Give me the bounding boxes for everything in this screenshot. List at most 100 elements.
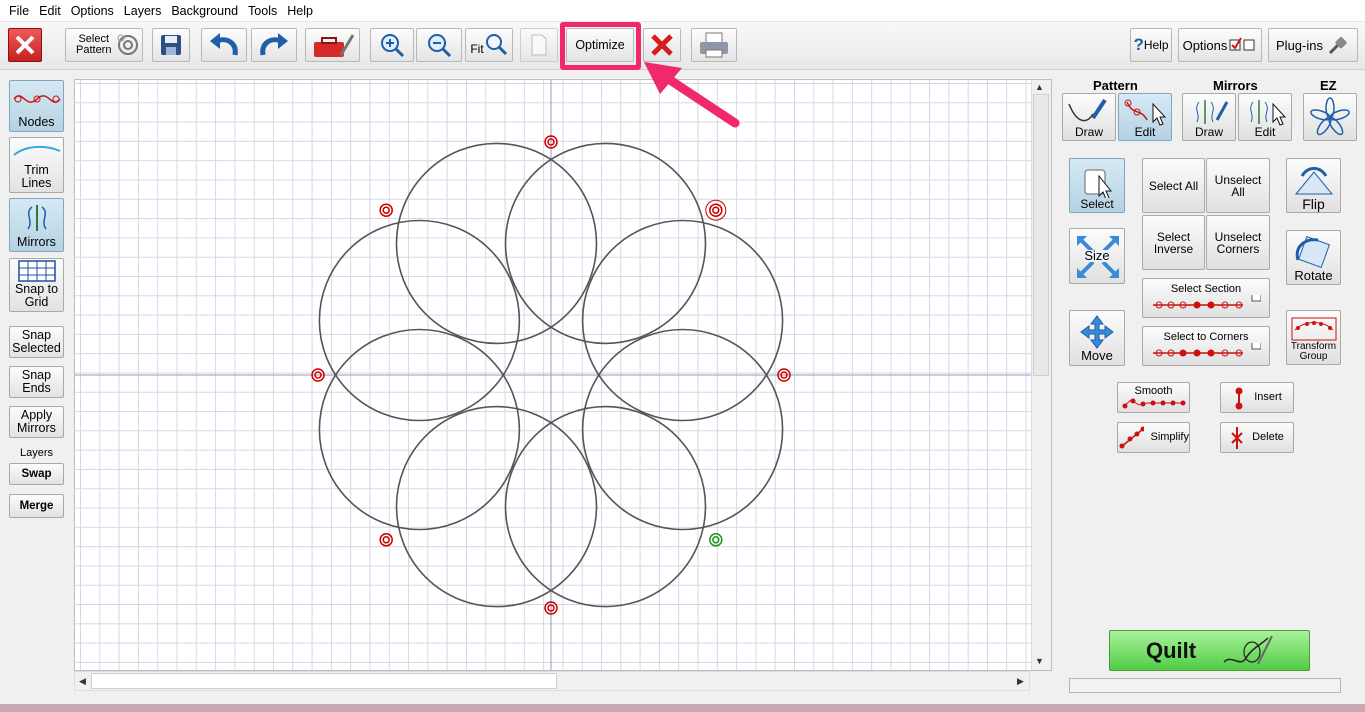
mirrors-edit-label: Edit bbox=[1254, 125, 1276, 139]
snap-selected-button[interactable]: Snap Selected bbox=[9, 326, 64, 358]
menu-help[interactable]: Help bbox=[282, 0, 318, 22]
smooth-icon bbox=[1122, 398, 1185, 409]
pattern-node-marker[interactable] bbox=[705, 199, 727, 221]
flip-button[interactable]: Flip bbox=[1286, 158, 1341, 213]
menu-edit[interactable]: Edit bbox=[34, 0, 66, 22]
menu-options[interactable]: Options bbox=[66, 0, 119, 22]
mirrors-draw-label: Draw bbox=[1194, 125, 1223, 139]
menu-background[interactable]: Background bbox=[166, 0, 243, 22]
delete-label: Delete bbox=[1252, 431, 1284, 443]
mirrors-edit-button[interactable]: Edit bbox=[1238, 93, 1292, 141]
insert-button[interactable]: Insert bbox=[1220, 382, 1294, 413]
edit-nodes-icon bbox=[1124, 99, 1167, 126]
horizontal-scroll-thumb[interactable] bbox=[91, 673, 557, 689]
ez-star-pattern-icon bbox=[1310, 97, 1350, 136]
help-question-icon: ? bbox=[1133, 35, 1144, 54]
rotate-button[interactable]: Rotate bbox=[1286, 230, 1341, 285]
plugins-button[interactable]: Plug-ins bbox=[1268, 28, 1358, 62]
menu-tools[interactable]: Tools bbox=[243, 0, 282, 22]
end-node-marker[interactable] bbox=[709, 533, 723, 547]
swap-label: Swap bbox=[21, 467, 52, 480]
swap-button[interactable]: Swap bbox=[9, 463, 64, 485]
select-pattern-label-2: Pattern bbox=[76, 44, 112, 56]
transform-group-button[interactable]: Transform Group bbox=[1286, 310, 1341, 365]
mirrors-draw-button[interactable]: Draw bbox=[1182, 93, 1236, 141]
zoom-out-button[interactable] bbox=[416, 28, 462, 62]
size-label: Size bbox=[1084, 248, 1110, 263]
select-section-button[interactable]: Select Section bbox=[1142, 278, 1270, 318]
trim-lines-label-2: Lines bbox=[21, 176, 52, 190]
select-all-button[interactable]: Select All bbox=[1142, 158, 1205, 213]
select-inverse-button[interactable]: Select Inverse bbox=[1142, 215, 1205, 270]
options-label: Options bbox=[1182, 37, 1228, 53]
pattern-draw-button[interactable]: Draw bbox=[1062, 93, 1116, 141]
merge-button[interactable]: Merge bbox=[9, 494, 64, 518]
save-button[interactable] bbox=[152, 28, 190, 62]
scroll-right-arrow-icon[interactable]: ▶ bbox=[1017, 676, 1024, 687]
pattern-circle bbox=[318, 328, 521, 531]
toolbox-icon bbox=[313, 34, 354, 57]
plugins-label: Plug-ins bbox=[1276, 37, 1323, 53]
new-page-button[interactable] bbox=[520, 28, 558, 62]
horizontal-scrollbar[interactable]: ◀ ▶ bbox=[74, 671, 1030, 691]
pattern-draw-label: Draw bbox=[1074, 125, 1103, 139]
menu-file[interactable]: File bbox=[4, 0, 34, 22]
smooth-label: Smooth bbox=[1134, 385, 1173, 397]
fit-button[interactable]: Fit bbox=[465, 28, 513, 62]
cursor-icon bbox=[1084, 169, 1113, 198]
undo-icon bbox=[210, 33, 238, 56]
simplify-button[interactable]: Simplify bbox=[1117, 422, 1190, 453]
undo-button[interactable] bbox=[201, 28, 247, 62]
select-to-corners-button[interactable]: Select to Corners bbox=[1142, 326, 1270, 366]
smooth-button[interactable]: Smooth bbox=[1117, 382, 1190, 413]
scroll-up-arrow-icon[interactable]: ▲ bbox=[1035, 82, 1044, 92]
design-canvas[interactable] bbox=[75, 80, 1031, 670]
scroll-left-arrow-icon[interactable]: ◀ bbox=[79, 676, 86, 687]
left-tool-panel: Nodes Trim Lines Mirrors Snap to Grid Sn… bbox=[0, 70, 72, 690]
apply-mirrors-label-2: Mirrors bbox=[17, 421, 56, 435]
nodes-button[interactable]: Nodes bbox=[9, 80, 64, 132]
select-to-corners-icon bbox=[1153, 343, 1261, 357]
canvas-area: ▲ ▼ bbox=[74, 79, 1052, 671]
optimize-button[interactable]: Optimize bbox=[566, 28, 634, 62]
delete-node-icon bbox=[1231, 426, 1243, 449]
nodes-label: Nodes bbox=[18, 115, 55, 129]
toolbox-button[interactable] bbox=[305, 28, 360, 62]
scroll-down-arrow-icon[interactable]: ▼ bbox=[1035, 656, 1044, 666]
menu-layers[interactable]: Layers bbox=[119, 0, 167, 22]
zoom-in-button[interactable] bbox=[370, 28, 414, 62]
snap-ends-button[interactable]: Snap Ends bbox=[9, 366, 64, 398]
size-button[interactable]: Size bbox=[1069, 228, 1125, 284]
move-label: Move bbox=[1081, 348, 1113, 363]
help-button[interactable]: ? Help bbox=[1130, 28, 1172, 62]
select-tool-button[interactable]: Select bbox=[1069, 158, 1125, 213]
right-tool-panel: Pattern Mirrors EZ Draw Edit Draw Edit S… bbox=[1053, 70, 1365, 690]
unselect-all-button[interactable]: Unselect All bbox=[1206, 158, 1270, 213]
unselect-all-label-1: Unselect bbox=[1214, 172, 1262, 187]
options-button[interactable]: Options bbox=[1178, 28, 1262, 62]
select-all-label: Select All bbox=[1148, 178, 1199, 193]
pattern-node-marker[interactable] bbox=[379, 203, 393, 217]
rotate-label: Rotate bbox=[1294, 268, 1333, 283]
exit-button[interactable] bbox=[8, 28, 42, 62]
pointer-arrow-annotation bbox=[644, 62, 740, 128]
move-button[interactable]: Move bbox=[1069, 310, 1125, 366]
mirror-edit-icon bbox=[1250, 100, 1287, 126]
vertical-scrollbar[interactable]: ▲ ▼ bbox=[1031, 80, 1051, 670]
mirrors-toggle-button[interactable]: Mirrors bbox=[9, 198, 64, 252]
pattern-header: Pattern bbox=[1093, 78, 1138, 93]
trim-lines-button[interactable]: Trim Lines bbox=[9, 137, 64, 193]
mirror-draw-icon bbox=[1196, 100, 1229, 124]
redo-button[interactable] bbox=[251, 28, 297, 62]
ez-button[interactable] bbox=[1303, 93, 1357, 141]
select-pattern-button[interactable]: Select Pattern bbox=[65, 28, 143, 62]
unselect-corners-button[interactable]: Unselect Corners bbox=[1206, 215, 1270, 270]
pattern-node-marker[interactable] bbox=[379, 533, 393, 547]
pattern-circle bbox=[395, 142, 598, 345]
delete-button[interactable]: Delete bbox=[1220, 422, 1294, 453]
vertical-scroll-thumb[interactable] bbox=[1033, 94, 1049, 376]
apply-mirrors-button[interactable]: Apply Mirrors bbox=[9, 406, 64, 438]
quilt-button[interactable]: Quilt bbox=[1109, 630, 1310, 671]
snap-to-grid-button[interactable]: Snap to Grid bbox=[9, 258, 64, 312]
pattern-edit-button[interactable]: Edit bbox=[1118, 93, 1172, 141]
